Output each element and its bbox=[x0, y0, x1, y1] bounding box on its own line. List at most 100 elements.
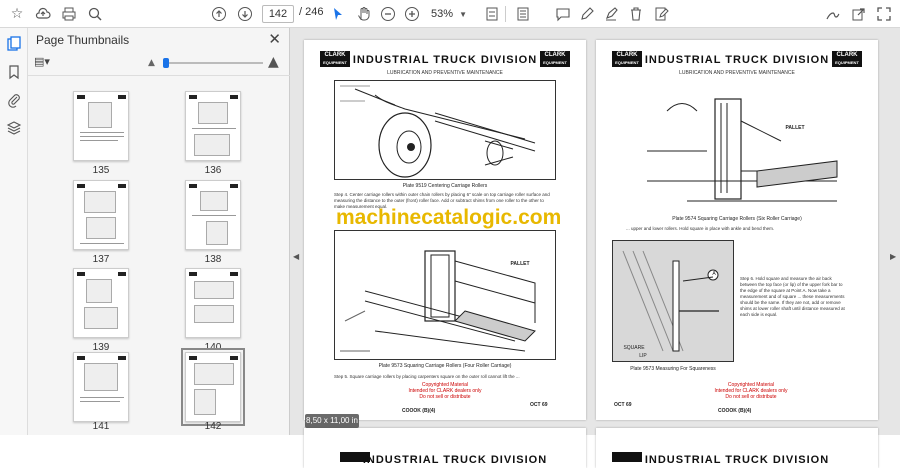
thumbnail-page[interactable] bbox=[73, 180, 129, 250]
fullscreen-icon[interactable] bbox=[873, 3, 895, 25]
thumbnails-panel: Page Thumbnails ✕ ▤▾ ▲ ▲ 135 136 137 138… bbox=[28, 28, 311, 448]
step-text: ... upper and lower rollers. Hold square… bbox=[626, 226, 775, 231]
figure-carriage-rollers: PALLET bbox=[334, 230, 556, 360]
attachments-icon[interactable] bbox=[4, 90, 24, 110]
thumb-logo bbox=[189, 184, 197, 188]
section-subtitle: LUBRICATION AND PREVENTIVE MAINTENANCE bbox=[387, 70, 503, 76]
thumb-figure bbox=[84, 363, 118, 391]
thumb-text-line bbox=[192, 128, 236, 129]
thumbnail-options-button[interactable]: ▤▾ bbox=[34, 55, 56, 71]
highlight-icon[interactable] bbox=[600, 3, 622, 25]
pallet-label: PALLET bbox=[785, 125, 805, 131]
thumbnail-page[interactable] bbox=[185, 268, 241, 338]
thumb-logo bbox=[189, 95, 197, 99]
section-subtitle: LUBRICATION AND PREVENTIVE MAINTENANCE bbox=[679, 70, 795, 76]
sign-icon[interactable] bbox=[822, 3, 844, 25]
document-page-left: CLARK EQUIPMENT CLARK EQUIPMENT INDUSTRIAL… bbox=[304, 40, 586, 420]
thumb-text-line bbox=[80, 136, 124, 137]
thumb-figure bbox=[194, 305, 234, 323]
scroll-mode-icon[interactable] bbox=[512, 3, 534, 25]
thumb-figure bbox=[194, 281, 234, 299]
hand-tool-icon[interactable] bbox=[353, 3, 375, 25]
thumbnail-size-large-icon[interactable]: ▲ bbox=[268, 54, 279, 70]
thumb-logo bbox=[77, 356, 85, 360]
thumb-text-line bbox=[80, 401, 120, 402]
upload-cloud-icon[interactable] bbox=[32, 3, 54, 25]
thumb-figure bbox=[194, 389, 216, 415]
page-up-icon[interactable] bbox=[208, 3, 230, 25]
thumb-figure bbox=[194, 363, 234, 385]
fit-page-icon[interactable] bbox=[481, 3, 503, 25]
page-number-input[interactable]: 142 bbox=[262, 5, 294, 23]
document-viewer[interactable]: ◀ ▶ CLARK EQUIPMENT CLARK EQUIPMENT INDUST… bbox=[290, 28, 900, 468]
thumbnails-panel-icon[interactable] bbox=[4, 34, 24, 54]
slider-handle[interactable] bbox=[163, 58, 169, 68]
chevron-down-icon: ▼ bbox=[459, 9, 467, 19]
side-rail bbox=[0, 28, 28, 435]
division-title: INDUSTRIAL TRUCK DIVISION bbox=[362, 454, 548, 466]
search-icon[interactable] bbox=[84, 3, 106, 25]
delete-trash-icon[interactable] bbox=[625, 3, 647, 25]
thumb-figure bbox=[86, 217, 116, 239]
thumb-logo bbox=[77, 272, 85, 276]
thumbnail-page[interactable] bbox=[73, 91, 129, 161]
lip-label: LIP bbox=[639, 353, 647, 359]
thumb-text-line bbox=[80, 397, 124, 398]
thumbnail-size-slider[interactable] bbox=[163, 58, 263, 68]
thumb-logo bbox=[189, 272, 197, 276]
thumbnail-page-label: 136 bbox=[204, 165, 222, 176]
layers-icon[interactable] bbox=[4, 118, 24, 138]
collapse-right-arrow-icon[interactable]: ▶ bbox=[890, 252, 896, 261]
thumbnail-page-label: 142 bbox=[204, 421, 222, 432]
share-icon[interactable] bbox=[848, 3, 870, 25]
select-cursor-icon[interactable] bbox=[327, 3, 349, 25]
comment-icon[interactable] bbox=[552, 3, 574, 25]
thumbnail-page[interactable] bbox=[73, 352, 129, 422]
collapse-left-arrow-icon[interactable]: ◀ bbox=[293, 252, 299, 261]
thumbnail-size-small-icon[interactable]: ▲ bbox=[148, 58, 155, 68]
figure-measuring-squareness: A SQUARE LIP bbox=[612, 240, 734, 362]
thumbnail-page-selected[interactable] bbox=[181, 348, 245, 426]
thumb-logo bbox=[77, 184, 85, 188]
close-icon[interactable]: ✕ bbox=[268, 30, 281, 48]
thumb-logo bbox=[230, 272, 238, 276]
bookmark-star-icon[interactable]: ☆ bbox=[6, 3, 28, 25]
thumbnail-page[interactable] bbox=[185, 180, 241, 250]
copyright-notice: Copyrighted Material Intended for CLARK … bbox=[408, 382, 482, 400]
thumb-logo bbox=[118, 95, 126, 99]
step-text: Step 6. Hold square and measure the air … bbox=[740, 276, 845, 317]
edit-document-icon[interactable] bbox=[650, 3, 672, 25]
thumb-text-line bbox=[80, 140, 118, 141]
thumb-logo bbox=[230, 356, 238, 360]
bookmarks-icon[interactable] bbox=[4, 62, 24, 82]
figure-caption: Plate 9574 Squaring Carriage Rollers (Si… bbox=[672, 216, 802, 222]
thumb-figure bbox=[88, 102, 112, 128]
step-text: Step 5. Square carriage rollers by placi… bbox=[334, 374, 520, 379]
copyright-notice: Copyrighted Material Intended for CLARK … bbox=[714, 382, 788, 400]
thumb-figure bbox=[200, 191, 228, 211]
toolbar-separator bbox=[505, 6, 506, 22]
page-down-icon[interactable] bbox=[234, 3, 256, 25]
thumb-logo bbox=[77, 95, 85, 99]
thumbnails-options-bar: ▤▾ ▲ ▲ bbox=[28, 50, 290, 76]
thumbnail-page[interactable] bbox=[73, 268, 129, 338]
page-footer-code: COOOK (B)(4) bbox=[402, 408, 436, 414]
division-title: INDUSTRIAL TRUCK DIVISION bbox=[644, 54, 830, 66]
document-page-next-right: INDUSTRIAL TRUCK DIVISION bbox=[596, 428, 878, 468]
thumbnail-page-label: 137 bbox=[92, 254, 110, 265]
page-size-badge: 8,50 x 11,00 in bbox=[305, 414, 359, 428]
thumb-figure bbox=[198, 102, 228, 124]
zoom-level-select[interactable]: 53% ▼ bbox=[407, 5, 471, 23]
page-footer-date: OCT 69 bbox=[614, 402, 632, 408]
thumb-text-line bbox=[80, 243, 124, 244]
thumb-figure bbox=[206, 221, 228, 245]
thumbnails-panel-title: Page Thumbnails bbox=[36, 33, 130, 47]
division-title: INDUSTRIAL TRUCK DIVISION bbox=[644, 454, 830, 466]
print-icon[interactable] bbox=[58, 3, 80, 25]
thumbnail-page-label: 141 bbox=[92, 421, 110, 432]
thumbnail-page[interactable] bbox=[185, 91, 241, 161]
figure-caption: Plate 9573 Squaring Carriage Rollers (Fo… bbox=[378, 363, 512, 369]
pen-icon[interactable] bbox=[576, 3, 598, 25]
thumb-logo bbox=[189, 356, 197, 360]
zoom-out-icon[interactable] bbox=[377, 3, 399, 25]
